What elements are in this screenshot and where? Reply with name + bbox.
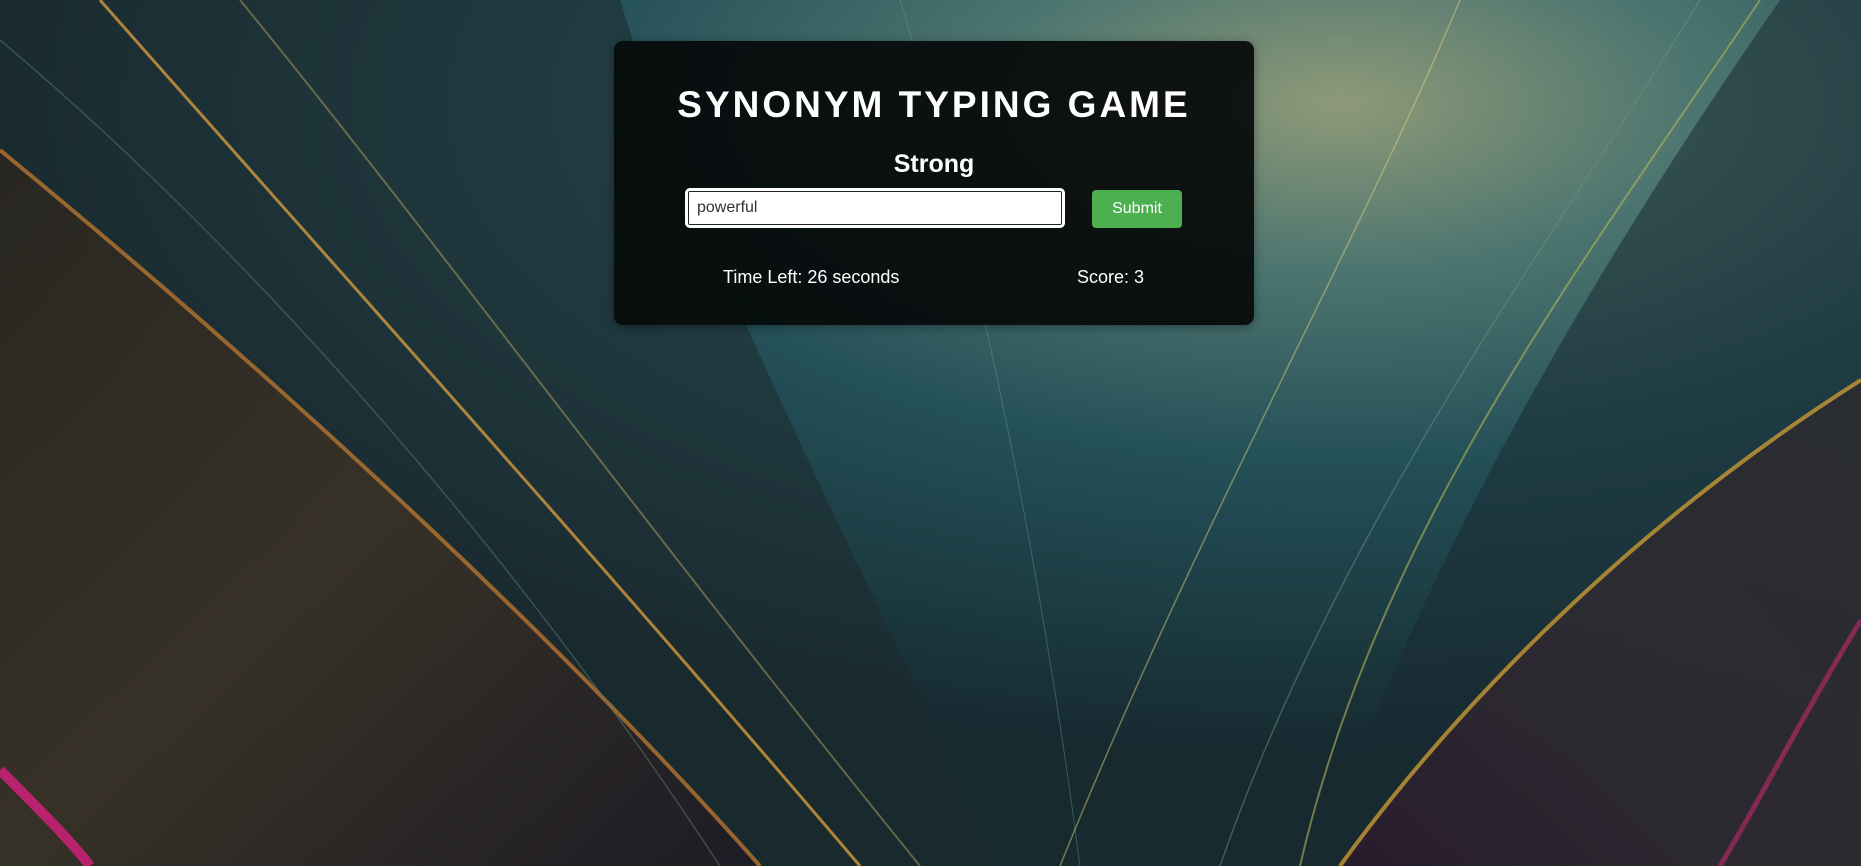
game-panel: SYNONYM TYPING GAME Strong Submit Time L… — [614, 41, 1254, 325]
score: Score: 3 — [1077, 267, 1145, 287]
submit-button[interactable]: Submit — [1092, 190, 1182, 228]
time-left: Time Left: 26 seconds — [723, 267, 900, 287]
prompt-word: Strong — [893, 150, 975, 178]
game-title: SYNONYM TYPING GAME — [677, 84, 1191, 125]
synonym-input[interactable] — [685, 188, 1065, 228]
